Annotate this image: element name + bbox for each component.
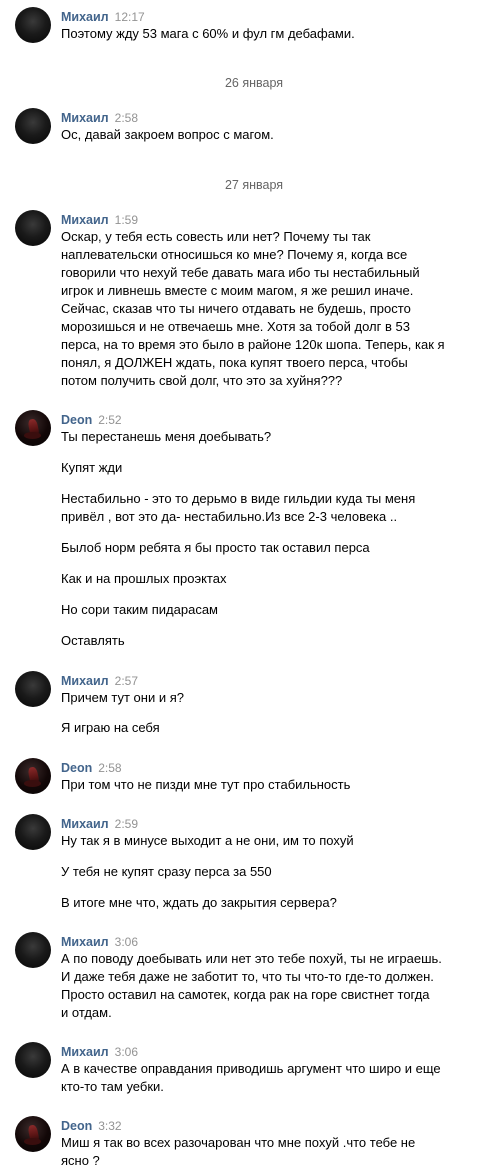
message-text: понял, я ДОЛЖЕН ждать, пока купят твоего… <box>61 355 408 370</box>
avatar[interactable] <box>15 7 51 43</box>
message-time[interactable]: 2:52 <box>98 413 121 427</box>
author-name[interactable]: Михаил <box>61 674 109 688</box>
message-text: У тебя не купят сразу перса за 550 <box>61 864 272 879</box>
message-text: Нестабильно - это то дерьмо в виде гильд… <box>61 491 416 506</box>
message-time[interactable]: 2:57 <box>115 674 138 688</box>
message-time[interactable]: 3:32 <box>98 1119 121 1133</box>
avatar[interactable] <box>15 671 51 707</box>
date-separator: 27 января <box>224 178 284 192</box>
author-name[interactable]: Deon <box>61 761 92 775</box>
message-text: Поэтому жду 53 мага с 60% и фул гм дебаф… <box>61 26 355 41</box>
avatar[interactable] <box>15 410 51 446</box>
message-text: Просто оставил на самотек, когда рак на … <box>61 987 430 1002</box>
message-header: Михаил 2:59 <box>61 816 138 832</box>
message-time[interactable]: 2:58 <box>98 761 121 775</box>
message-text: потом получить свой долг, что это за хуй… <box>61 373 343 388</box>
message-text: Оскар, у тебя есть совесть или нет? Поче… <box>61 229 371 244</box>
message-header: Михаил 2:58 <box>61 110 138 126</box>
message-text: морозишься и не отвечаешь мне. Хотя за т… <box>61 319 410 334</box>
message-time[interactable]: 1:59 <box>115 213 138 227</box>
author-name[interactable]: Михаил <box>61 10 109 24</box>
message-text: Сейчас, сказав что ты ничего отдавать не… <box>61 301 411 316</box>
author-name[interactable]: Михаил <box>61 111 109 125</box>
message-header: Михаил 12:17 <box>61 9 145 25</box>
message-text: Ты перестанешь меня доебывать? <box>61 429 272 444</box>
message-time[interactable]: 12:17 <box>115 10 145 24</box>
message-text: При том что не пизди мне тут про стабиль… <box>61 777 351 792</box>
message-text: В итоге мне что, ждать до закрытия серве… <box>61 895 337 910</box>
message-text: и отдам. <box>61 1005 112 1020</box>
message-time[interactable]: 2:58 <box>115 111 138 125</box>
author-name[interactable]: Михаил <box>61 817 109 831</box>
message-text: Оставлять <box>61 633 125 648</box>
message-header: Михаил 3:06 <box>61 934 138 950</box>
author-name[interactable]: Михаил <box>61 1045 109 1059</box>
author-name[interactable]: Михаил <box>61 935 109 949</box>
message-header: Михаил 3:06 <box>61 1044 138 1060</box>
date-separator: 26 января <box>224 76 284 90</box>
chat-history: Михаил 12:17 Поэтому жду 53 мага с 60% и … <box>0 0 492 1173</box>
message-text: игрок и ливнешь вместе с моим магом, я ж… <box>61 283 414 298</box>
author-name[interactable]: Михаил <box>61 213 109 227</box>
message-text: Но сори таким пидарасам <box>61 602 218 617</box>
author-name[interactable]: Deon <box>61 1119 92 1133</box>
avatar[interactable] <box>15 932 51 968</box>
message-text: Ну так я в минусе выходит а не они, им т… <box>61 833 354 848</box>
message-text: Причем тут они и я? <box>61 690 184 705</box>
message-header: Михаил 2:57 <box>61 673 138 689</box>
message-text: перса, на то время это было в районе 120… <box>61 337 445 352</box>
message-text: Я играю на себя <box>61 720 160 735</box>
message-header: Михаил 1:59 <box>61 212 138 228</box>
message-text: ясно ? <box>61 1153 100 1168</box>
avatar[interactable] <box>15 814 51 850</box>
message-text: привёл , вот это да- нестабильно.Из все … <box>61 509 398 524</box>
message-text: А по поводу доебывать или нет это тебе п… <box>61 951 442 966</box>
message-text: Былоб норм ребята я бы просто так остави… <box>61 540 370 555</box>
message-text: Как и на прошлых проэктах <box>61 571 227 586</box>
message-text: Миш я так во всех разочарован что мне по… <box>61 1135 416 1150</box>
message-header: Deon 2:52 <box>61 412 122 428</box>
message-text: Купят жди <box>61 460 123 475</box>
avatar[interactable] <box>15 108 51 144</box>
message-time[interactable]: 2:59 <box>115 817 138 831</box>
message-text: кто-то там уебки. <box>61 1079 164 1094</box>
author-name[interactable]: Deon <box>61 413 92 427</box>
avatar[interactable] <box>15 758 51 794</box>
message-text: наплевательски относишься ко мне? Почему… <box>61 247 408 262</box>
avatar[interactable] <box>15 1116 51 1152</box>
message-time[interactable]: 3:06 <box>115 1045 138 1059</box>
message-header: Deon 2:58 <box>61 760 122 776</box>
message-text: говорили что нехуй тебе давать мага ибо … <box>61 265 420 280</box>
avatar[interactable] <box>15 210 51 246</box>
message-text: Ос, давай закроем вопрос с магом. <box>61 127 274 142</box>
avatar[interactable] <box>15 1042 51 1078</box>
message-text: И даже тебя даже не заботит то, что ты ч… <box>61 969 434 984</box>
message-text: А в качестве оправдания приводишь аргуме… <box>61 1061 441 1076</box>
message-header: Deon 3:32 <box>61 1118 122 1134</box>
message-time[interactable]: 3:06 <box>115 935 138 949</box>
